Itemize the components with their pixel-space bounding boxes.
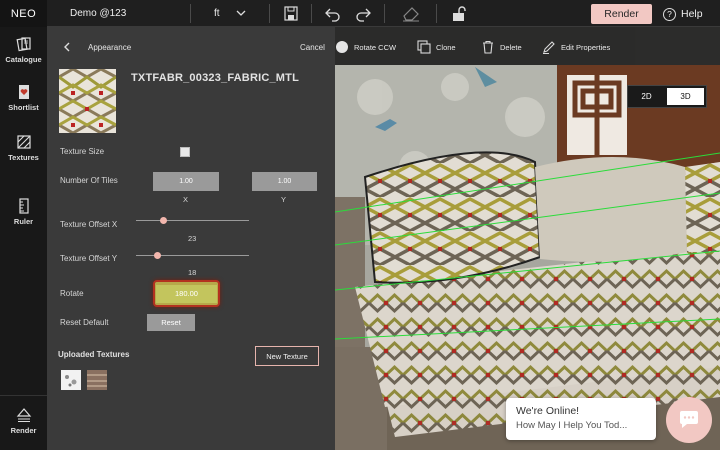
delete-button[interactable]: Delete [481,40,522,54]
rail-item-textures[interactable]: Textures [0,134,47,162]
tool-label: Rotate CCW [354,42,397,52]
toolbar-divider [384,4,385,23]
toolbar-divider [311,4,312,23]
rail-label: Render [10,426,37,435]
fabric-pattern-image [59,69,116,133]
rail-label: Textures [8,153,39,162]
rail-item-ruler[interactable]: Ruler [0,198,47,226]
new-texture-button[interactable]: New Texture [255,346,319,366]
tiles-x-input[interactable]: 1.00 [153,172,219,191]
uploaded-texture-thumb[interactable] [61,370,81,390]
project-name[interactable]: Demo @123 [70,8,126,19]
rail-label: Ruler [13,217,34,226]
left-rail: Catalogue Shortlist Textures Ruler Rende… [0,27,47,450]
redo-icon[interactable] [354,5,372,22]
offset-y-slider-handle[interactable] [154,252,161,259]
offset-x-value: 23 [188,234,197,243]
unit-selector[interactable]: ft [214,8,220,19]
top-bar: NEO Demo @123 ft Render ? Help [0,0,720,27]
ruler-icon [18,198,29,214]
chat-greeting-bubble[interactable]: We're Online! How May I Help You Tod... [506,398,656,440]
view-3d-button[interactable]: 3D [667,88,704,105]
unlock-icon[interactable] [450,5,468,22]
texture-size-label: Texture Size [60,147,105,156]
material-name: TXTFABR_00323_FABRIC_MTL [131,72,300,84]
cancel-button[interactable]: Cancel [300,43,325,52]
tool-label: Delete [500,42,522,52]
chat-title: We're Online! [516,405,580,417]
back-chevron-icon[interactable] [61,41,73,53]
app-logo: NEO [0,0,47,27]
view-2d-button[interactable]: 2D [628,86,665,107]
clone-icon [417,40,431,54]
toolbar-divider [436,4,437,23]
texture-size-checkbox[interactable] [180,147,190,157]
undo-icon[interactable] [324,5,342,22]
chat-icon [680,411,698,428]
material-thumbnail [59,69,116,133]
offset-y-slider-track[interactable] [136,255,249,256]
reset-button[interactable]: Reset [147,314,195,331]
3d-viewport[interactable]: Rotate CCW Clone Delete Edit Properties … [335,27,720,450]
edit-properties-button[interactable]: Edit Properties [542,40,610,54]
offset-x-slider-track[interactable] [136,220,249,221]
rotate-input-highlight[interactable]: 180.00 [153,280,220,307]
pencil-icon [543,41,555,54]
offset-y-value: 18 [188,268,197,277]
rail-item-catalogue[interactable]: Catalogue [0,36,47,64]
trash-icon [483,40,493,54]
tiles-y-label: Y [281,195,287,204]
eraser-icon[interactable] [401,5,421,22]
rotate-label: Rotate [60,289,84,298]
rail-label: Catalogue [5,55,42,64]
rail-footer: Render [0,395,47,450]
tiles-x-label: X [183,195,189,204]
rail-label: Shortlist [8,103,39,112]
offset-y-label: Texture Offset Y [60,254,118,263]
view-mode-toggle[interactable]: 2D 3D [627,85,707,108]
help-icon: ? [663,7,676,21]
tiles-y-input[interactable]: 1.00 [252,172,317,191]
offset-x-label: Texture Offset X [60,220,118,229]
chat-subtitle: How May I Help You Tod... [516,420,628,431]
panel-title: Appearance [88,43,132,52]
catalogue-icon [15,37,31,52]
shortlist-icon [18,85,29,99]
clone-button[interactable]: Clone [417,40,456,54]
appearance-panel: Appearance Cancel TXTFABR_00323_FABRIC_M… [47,27,335,450]
rail-item-shortlist[interactable]: Shortlist [0,84,47,112]
chevron-down-icon[interactable] [235,8,247,18]
uploaded-texture-thumb[interactable] [87,370,107,390]
object-toolbar: Rotate CCW Clone Delete Edit Properties [335,27,720,65]
help-button[interactable]: ? Help [663,5,703,23]
save-icon[interactable] [282,5,300,22]
help-label: Help [681,8,703,20]
toolbar-divider [190,4,191,23]
tool-label: Edit Properties [561,42,611,52]
textures-icon [16,135,31,149]
rotate-ccw-button[interactable]: Rotate CCW [335,40,396,54]
rotate-ccw-icon [336,41,348,53]
rail-item-render[interactable]: Render [0,407,47,435]
offset-x-slider-handle[interactable] [160,217,167,224]
toolbar-divider [269,4,270,23]
tiles-label: Number Of Tiles [60,176,118,185]
tool-label: Clone [436,42,456,52]
rotate-input[interactable]: 180.00 [156,284,217,303]
render-button[interactable]: Render [591,4,652,24]
uploaded-textures-label: Uploaded Textures [58,350,130,359]
reset-default-label: Reset Default [60,318,109,327]
render-icon [16,408,31,423]
chat-launcher-button[interactable] [666,397,712,443]
